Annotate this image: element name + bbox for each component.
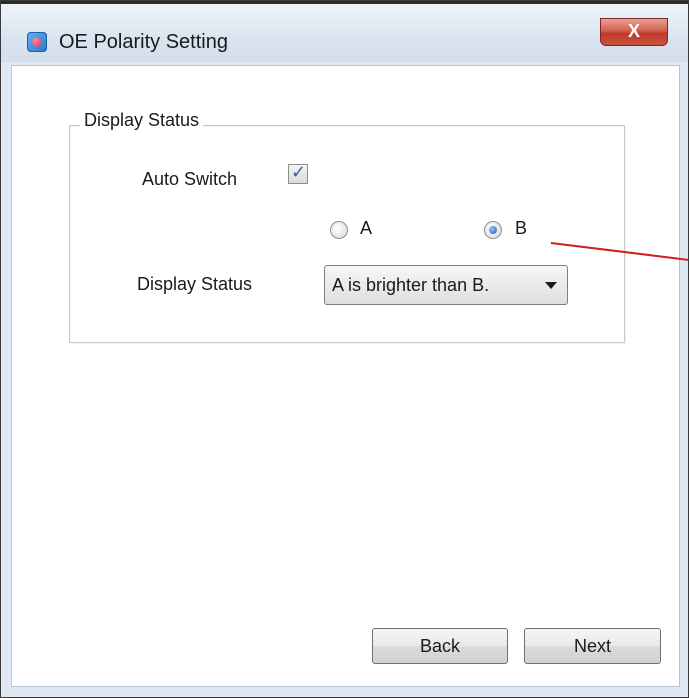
close-button[interactable]: X — [600, 18, 668, 46]
chevron-down-icon — [545, 282, 557, 289]
dialog-window: OE Polarity Setting X Display Status Aut… — [0, 0, 689, 698]
window-title: OE Polarity Setting — [59, 31, 228, 53]
back-button[interactable]: Back — [372, 628, 508, 664]
display-status-dropdown[interactable]: A is brighter than B. — [324, 265, 568, 305]
radio-b[interactable] — [484, 221, 502, 239]
checkmark-icon: ✓ — [291, 162, 307, 182]
dialog-client-area: Display Status Auto Switch ✓ A B Display… — [11, 65, 680, 687]
next-button[interactable]: Next — [524, 628, 661, 664]
display-status-label: Display Status — [137, 274, 253, 294]
radio-a-label: A — [360, 218, 373, 238]
app-icon — [27, 32, 47, 52]
dropdown-selected-value: A is brighter than B. — [332, 275, 490, 295]
groupbox-title: Display Status — [80, 110, 204, 131]
auto-switch-checkbox[interactable]: ✓ — [288, 162, 308, 184]
close-icon: X — [627, 21, 640, 41]
title-bar[interactable]: OE Polarity Setting X — [1, 4, 688, 62]
radio-b-label: B — [515, 218, 528, 238]
auto-switch-label: Auto Switch — [142, 169, 238, 189]
radio-a[interactable] — [330, 221, 348, 239]
